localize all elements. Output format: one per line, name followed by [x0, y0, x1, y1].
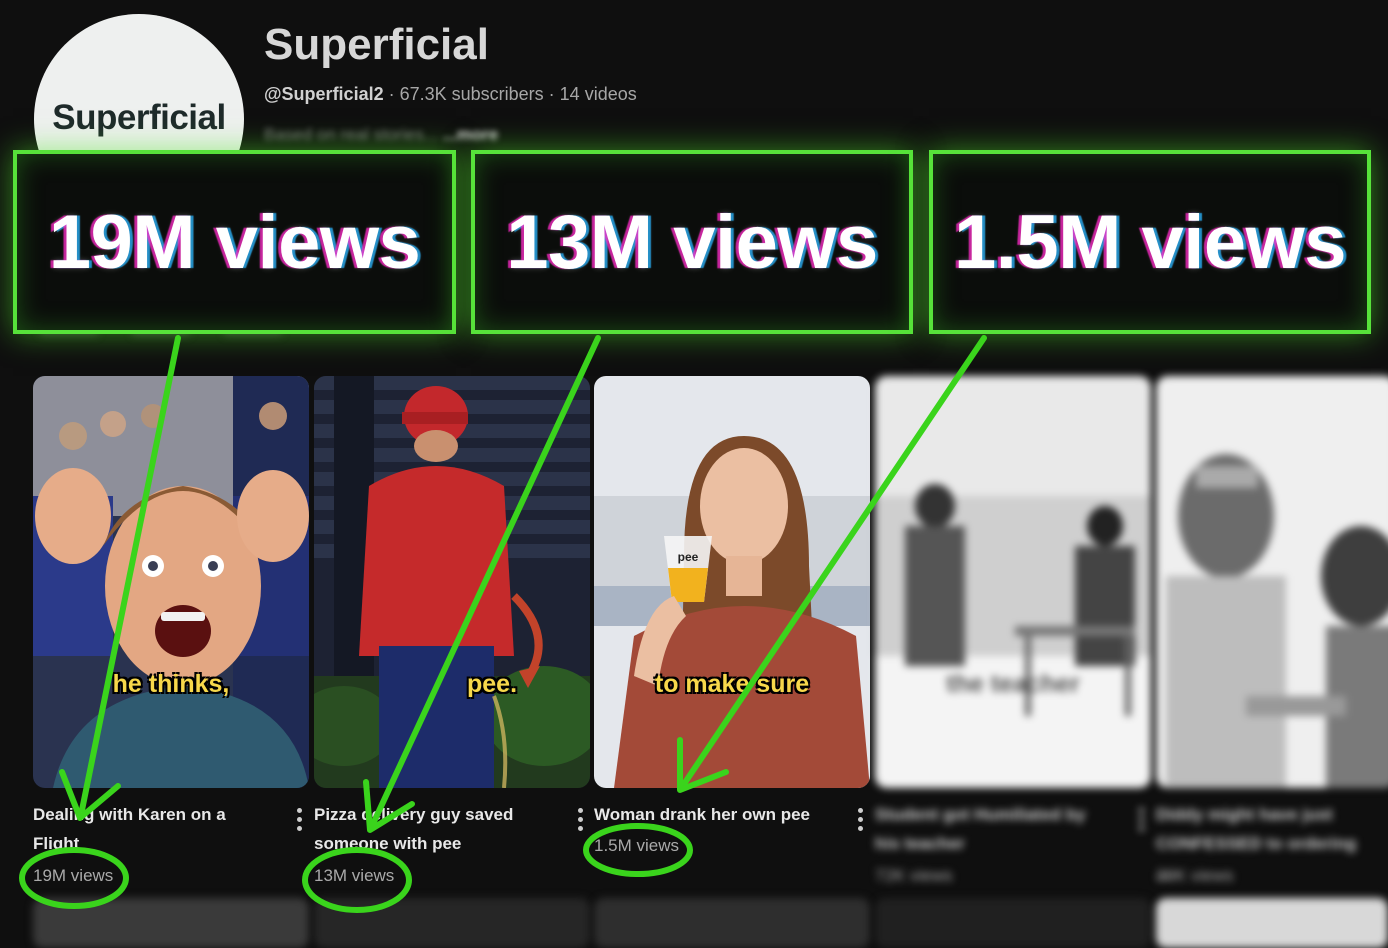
video-card-5[interactable]: Diddy might have just CONFESSED to order… [1156, 376, 1388, 885]
views-callout-1: 19M views [13, 150, 456, 334]
view-count: 19M views [33, 866, 114, 885]
cup-label: pee [678, 550, 699, 564]
video-count: 14 videos [559, 84, 637, 104]
thumbnail-art-portraits [1156, 376, 1388, 788]
video-thumbnail[interactable] [1156, 376, 1388, 788]
channel-name: Superficial [264, 20, 489, 69]
thumbnail-caption: pee. [466, 670, 518, 698]
thumbnail-caption: to make sure [654, 670, 810, 698]
callout-text: 13M views [506, 199, 878, 285]
thumbnail-art-pizza-guy [314, 376, 590, 788]
kebab-menu-icon[interactable] [578, 808, 584, 835]
video-title[interactable]: Dealing with Karen on a Flight [33, 800, 263, 858]
thumbnail-art-classroom [875, 376, 1151, 788]
view-count: 13M views [314, 866, 395, 885]
channel-description[interactable]: Based on real stories... ...more [264, 125, 498, 145]
video-card-3[interactable]: pee to make sure Woman drank her own pee… [594, 376, 870, 855]
thumbnail-art-woman-drinking: pee [594, 376, 870, 788]
channel-meta: @Superficial2 · 67.3K subscribers · 14 v… [264, 84, 637, 104]
thumbnail-caption: the teacher [946, 670, 1080, 698]
subscriber-count: 67.3K subscribers [399, 84, 544, 104]
view-count: 72K views [875, 866, 953, 885]
video-thumbnail[interactable]: the teacher [875, 376, 1151, 788]
video-thumbnail[interactable]: he thinks, [33, 376, 309, 788]
video-title[interactable]: Student got Humiliated by his teacher [875, 800, 1105, 858]
next-row-thumbnail[interactable] [33, 898, 309, 948]
thumbnail-art-plane-man [33, 376, 309, 788]
more-link[interactable]: ...more [443, 125, 499, 144]
view-count: 1.5M views [594, 836, 680, 855]
kebab-menu-icon[interactable] [297, 808, 303, 835]
kebab-menu-icon[interactable] [1139, 808, 1145, 835]
video-title[interactable]: Pizza delivery guy saved someone with pe… [314, 800, 544, 858]
next-row-thumbnail[interactable] [594, 898, 870, 948]
channel-avatar-text: Superficial [52, 98, 226, 137]
kebab-menu-icon[interactable] [858, 808, 864, 835]
callout-text: 1.5M views [953, 199, 1347, 285]
video-card-1[interactable]: he thinks, Dealing with Karen on a Fligh… [33, 376, 309, 885]
callout-text: 19M views [48, 199, 421, 285]
video-card-2[interactable]: pee. Pizza delivery guy saved someone wi… [314, 376, 590, 885]
video-thumbnail[interactable]: pee. [314, 376, 590, 788]
video-thumbnail[interactable]: pee to make sure [594, 376, 870, 788]
views-callout-3: 1.5M views [929, 150, 1371, 334]
next-row-thumbnail[interactable] [1156, 898, 1388, 948]
views-callout-2: 13M views [471, 150, 913, 334]
video-card-4[interactable]: the teacher Student got Humiliated by hi… [875, 376, 1151, 885]
next-row-thumbnail[interactable] [875, 898, 1151, 948]
thumbnail-caption: he thinks, [112, 670, 230, 698]
view-count: 39K views [1156, 866, 1234, 885]
video-title[interactable]: Woman drank her own pee [594, 800, 824, 829]
channel-handle: @Superficial2 [264, 84, 384, 104]
next-row-thumbnail[interactable] [314, 898, 590, 948]
